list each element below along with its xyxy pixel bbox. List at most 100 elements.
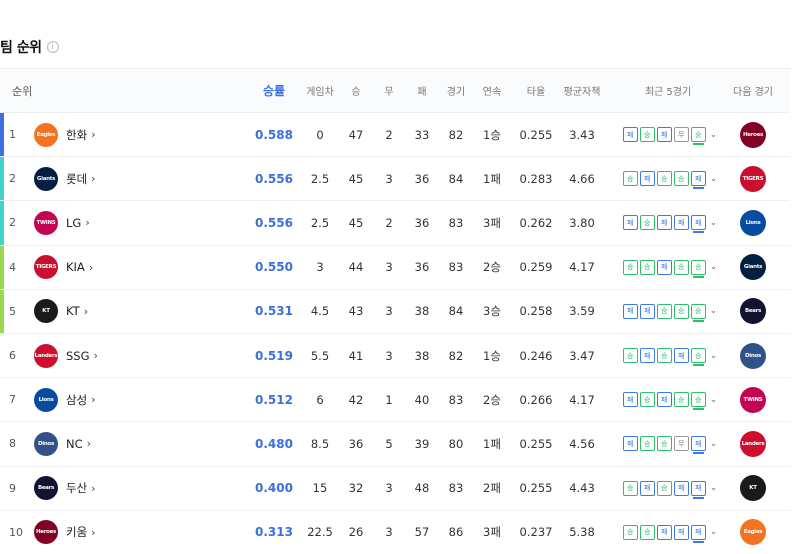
games-behind-cell: 8.5: [310, 436, 330, 451]
streak-cell: 1승: [483, 348, 501, 363]
header-era[interactable]: 평균자책: [560, 69, 604, 112]
chevron-down-icon[interactable]: ⌄: [710, 262, 718, 272]
games-behind-cell: 2.5: [310, 215, 330, 230]
losses-cell: 48: [414, 481, 430, 496]
chevron-down-icon[interactable]: ⌄: [710, 130, 718, 140]
recent-result-badge: 승: [656, 171, 672, 187]
team-link[interactable]: Lions 삼성 ›: [34, 378, 184, 421]
chevron-down-icon[interactable]: ⌄: [710, 527, 718, 537]
batting-avg-cell: 0.266: [519, 392, 553, 407]
team-name: NC: [66, 436, 83, 451]
team-logo-icon: TIGERS: [34, 255, 58, 280]
losses-cell: 38: [414, 348, 430, 363]
opponent-logo-icon: Bears: [740, 298, 766, 325]
recent-result-badge: 승: [622, 259, 638, 275]
next-game-opponent[interactable]: TIGERS: [728, 157, 778, 200]
games-cell: 84: [448, 304, 464, 319]
win-pct-cell: 0.512: [255, 392, 293, 407]
header-losses[interactable]: 패: [408, 69, 436, 112]
games-behind-cell: 22.5: [307, 525, 333, 540]
team-logo-icon: Dinos: [34, 431, 58, 456]
team-link[interactable]: Heroes 키움 ›: [34, 511, 184, 554]
chevron-down-icon[interactable]: ⌄: [710, 218, 718, 228]
page-header: 팀 순위 i: [0, 36, 59, 58]
recent-result-badge: 승: [656, 348, 672, 364]
next-game-opponent[interactable]: Eagles: [728, 511, 778, 554]
next-game-opponent[interactable]: Lions: [728, 201, 778, 244]
team-link[interactable]: Bears 두산 ›: [34, 467, 184, 510]
team-name: 두산: [66, 481, 88, 496]
chevron-down-icon[interactable]: ⌄: [710, 439, 718, 449]
rank-cell: 6: [9, 349, 16, 363]
chevron-down-icon[interactable]: ⌄: [710, 483, 718, 493]
team-link[interactable]: Dinos NC ›: [34, 422, 184, 465]
next-game-opponent[interactable]: Giants: [728, 246, 778, 289]
win-pct-cell: 0.531: [255, 304, 293, 319]
rank-cell: 5: [9, 304, 16, 318]
table-row: 4 TIGERS KIA › 0.550 3 44 3 36 83 2승 0.259 4.17 승 승 패 승 승…: [0, 245, 790, 290]
win-pct-cell: 0.400: [255, 481, 293, 496]
recent-result-badge: 패: [656, 215, 672, 231]
team-logo-icon: Bears: [34, 476, 58, 501]
wins-cell: 43: [348, 304, 364, 319]
next-game-opponent[interactable]: KT: [728, 467, 778, 510]
header-wins[interactable]: 승: [342, 69, 370, 112]
opponent-logo-icon: Lions: [740, 209, 766, 236]
team-link[interactable]: Giants 롯데 ›: [34, 157, 184, 200]
recent-result-badge: 승: [690, 348, 706, 367]
header-pct[interactable]: 승률: [252, 69, 296, 112]
recent-result-badge: 승: [690, 392, 706, 411]
team-link[interactable]: TIGERS KIA ›: [34, 246, 184, 289]
recent-result-badge: 무: [673, 436, 689, 452]
header-games[interactable]: 경기: [442, 69, 470, 112]
header-next: 다음 경기: [733, 87, 773, 98]
era-cell: 3.80: [569, 215, 595, 230]
next-game-opponent[interactable]: TWINS: [728, 378, 778, 421]
wins-cell: 47: [348, 127, 364, 142]
chevron-down-icon[interactable]: ⌄: [710, 306, 718, 316]
wins-cell: 42: [348, 392, 364, 407]
team-name: 롯데: [66, 171, 88, 186]
chevron-right-icon: ›: [86, 437, 92, 451]
recent-result-badge: 승: [639, 259, 655, 275]
chevron-right-icon: ›: [91, 128, 96, 142]
team-link[interactable]: Landers SSG ›: [34, 334, 184, 377]
team-name: 삼성: [66, 392, 88, 407]
team-link[interactable]: Eagles 한화 ›: [34, 113, 184, 156]
table-row: 10 Heroes 키움 › 0.313 22.5 26 3 57 86 3패 0.237 5.38 승 승…: [0, 511, 790, 554]
recent-result-badge: 패: [673, 215, 689, 231]
next-game-opponent[interactable]: Dinos: [728, 334, 778, 377]
recent-result-badge: 승: [656, 303, 672, 319]
wins-cell: 41: [348, 348, 364, 363]
recent-result-badge: 패: [622, 127, 638, 143]
header-gb[interactable]: 게임차: [304, 69, 336, 112]
recent-result-badge: 패: [656, 259, 672, 275]
team-link[interactable]: KT KT ›: [34, 290, 184, 333]
next-game-opponent[interactable]: Bears: [728, 290, 778, 333]
wins-cell: 45: [348, 171, 364, 186]
header-avg[interactable]: 타율: [516, 69, 556, 112]
next-game-opponent[interactable]: Landers: [728, 422, 778, 465]
streak-cell: 3승: [483, 304, 501, 319]
losses-cell: 38: [414, 304, 430, 319]
draws-cell: 2: [385, 127, 393, 142]
next-game-opponent[interactable]: Heroes: [728, 113, 778, 156]
draws-cell: 3: [385, 171, 393, 186]
games-behind-cell: 15: [312, 481, 328, 496]
opponent-logo-icon: Heroes: [740, 121, 766, 148]
header-draws[interactable]: 무: [376, 69, 402, 112]
team-name: 한화: [66, 127, 88, 142]
header-streak[interactable]: 연속: [476, 69, 508, 112]
games-cell: 84: [448, 171, 464, 186]
games-cell: 83: [448, 481, 464, 496]
header-rank[interactable]: 순위: [12, 69, 52, 112]
recent-result-badge: 패: [656, 524, 672, 540]
chevron-down-icon[interactable]: ⌄: [710, 174, 718, 184]
draws-cell: 2: [385, 215, 393, 230]
team-logo-icon: TWINS: [34, 210, 58, 235]
chevron-down-icon[interactable]: ⌄: [710, 395, 718, 405]
info-icon[interactable]: i: [46, 41, 59, 53]
win-pct-cell: 0.588: [255, 127, 293, 142]
chevron-down-icon[interactable]: ⌄: [710, 351, 718, 361]
team-link[interactable]: TWINS LG ›: [34, 201, 184, 244]
